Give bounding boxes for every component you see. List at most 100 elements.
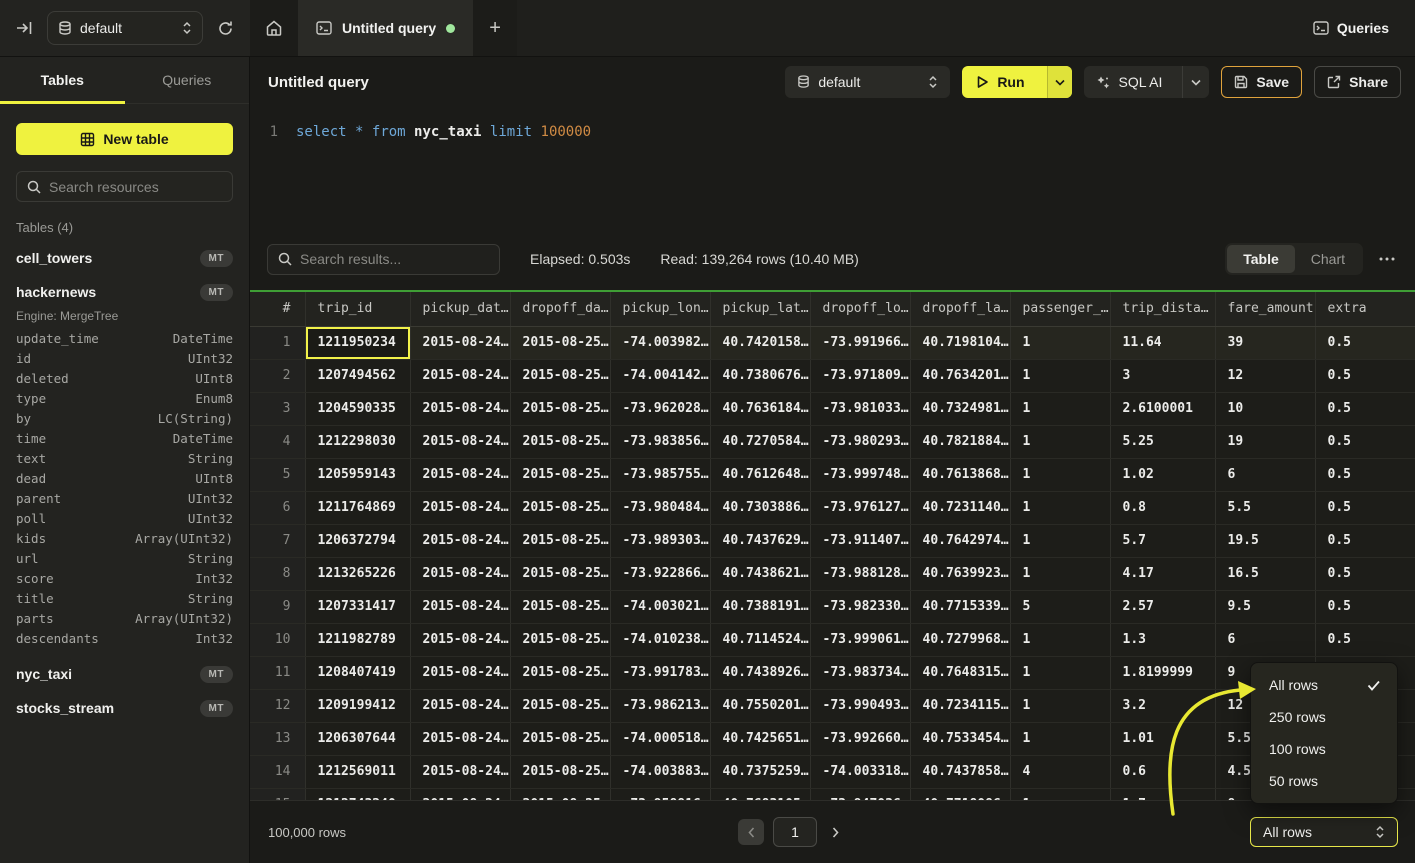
- column-header[interactable]: pickup_lat…: [710, 292, 810, 326]
- cell[interactable]: 2015-08-25…: [510, 491, 610, 524]
- cell[interactable]: 2015-08-25…: [510, 656, 610, 689]
- cell[interactable]: 40.7425651…: [710, 722, 810, 755]
- column-header[interactable]: #: [250, 292, 305, 326]
- cell[interactable]: -73.981033…: [810, 392, 910, 425]
- cell[interactable]: 5.25: [1110, 425, 1215, 458]
- row-number[interactable]: 3: [250, 392, 305, 425]
- column-header[interactable]: trip_dista…: [1110, 292, 1215, 326]
- new-tab-button[interactable]: +: [473, 0, 517, 56]
- row-number[interactable]: 5: [250, 458, 305, 491]
- cell[interactable]: 5: [1010, 590, 1110, 623]
- sidebar-table-cell-towers[interactable]: cell_towers MT: [16, 241, 233, 275]
- cell[interactable]: 1: [1010, 359, 1110, 392]
- cell[interactable]: -74.003883…: [610, 755, 710, 788]
- cell[interactable]: -73.990493…: [810, 689, 910, 722]
- cell[interactable]: 2015-08-24…: [410, 689, 510, 722]
- cell[interactable]: -73.985755…: [610, 458, 710, 491]
- cell[interactable]: -74.003318…: [810, 755, 910, 788]
- cell[interactable]: 2015-08-25…: [510, 755, 610, 788]
- results-search-input[interactable]: [300, 251, 489, 267]
- row-number[interactable]: 1: [250, 326, 305, 359]
- cell[interactable]: 1: [1010, 326, 1110, 359]
- cell[interactable]: 1209199412: [305, 689, 410, 722]
- cell[interactable]: 2015-08-25…: [510, 359, 610, 392]
- cell[interactable]: 2015-08-25…: [510, 458, 610, 491]
- cell[interactable]: 6: [1215, 623, 1315, 656]
- cell[interactable]: 0.5: [1315, 524, 1415, 557]
- cell[interactable]: 2015-08-25…: [510, 326, 610, 359]
- cell[interactable]: 40.7612648…: [710, 458, 810, 491]
- cell[interactable]: 40.7324981…: [910, 392, 1010, 425]
- cell[interactable]: 0.5: [1315, 326, 1415, 359]
- cell[interactable]: 1206307644: [305, 722, 410, 755]
- cell[interactable]: 9.5: [1215, 590, 1315, 623]
- cell[interactable]: 1206372794: [305, 524, 410, 557]
- cell[interactable]: 40.7420158…: [710, 326, 810, 359]
- page-size-menu-item[interactable]: 250 rows: [1251, 701, 1397, 733]
- cell[interactable]: -73.980293…: [810, 425, 910, 458]
- page-size-menu-item[interactable]: 50 rows: [1251, 765, 1397, 797]
- collapse-sidebar-icon[interactable]: [16, 20, 33, 36]
- cell[interactable]: 39: [1215, 326, 1315, 359]
- next-page-button[interactable]: [826, 827, 845, 838]
- cell[interactable]: -73.982330…: [810, 590, 910, 623]
- run-options-button[interactable]: [1047, 66, 1072, 98]
- cell[interactable]: 2015-08-24…: [410, 623, 510, 656]
- cell[interactable]: 1207331417: [305, 590, 410, 623]
- cell[interactable]: 1: [1010, 524, 1110, 557]
- cell[interactable]: 40.7715339…: [910, 590, 1010, 623]
- row-number[interactable]: 13: [250, 722, 305, 755]
- cell[interactable]: 2015-08-24…: [410, 458, 510, 491]
- cell[interactable]: 40.7375259…: [710, 755, 810, 788]
- cell[interactable]: 11.64: [1110, 326, 1215, 359]
- cell[interactable]: 2015-08-25…: [510, 392, 610, 425]
- cell[interactable]: 2015-08-25…: [510, 722, 610, 755]
- cell[interactable]: 3: [1110, 359, 1215, 392]
- sidebar-table-hackernews[interactable]: hackernews MT: [16, 275, 233, 309]
- cell[interactable]: 2015-08-25…: [510, 425, 610, 458]
- cell[interactable]: 40.7639923…: [910, 557, 1010, 590]
- column-header[interactable]: extra: [1315, 292, 1415, 326]
- share-button[interactable]: Share: [1314, 66, 1401, 98]
- cell[interactable]: 1.8199999: [1110, 656, 1215, 689]
- cell[interactable]: 1: [1010, 491, 1110, 524]
- cell[interactable]: -74.000518…: [610, 722, 710, 755]
- cell[interactable]: 2015-08-24…: [410, 557, 510, 590]
- cell[interactable]: 40.7613868…: [910, 458, 1010, 491]
- run-button[interactable]: Run: [962, 66, 1038, 98]
- cell[interactable]: 0.5: [1315, 359, 1415, 392]
- cell[interactable]: 4: [1010, 755, 1110, 788]
- sidebar-tab-queries[interactable]: Queries: [125, 57, 250, 103]
- cell[interactable]: -73.992660…: [810, 722, 910, 755]
- cell[interactable]: 2015-08-25…: [510, 623, 610, 656]
- cell[interactable]: 1: [1010, 425, 1110, 458]
- column-header[interactable]: passenger_…: [1010, 292, 1110, 326]
- cell[interactable]: 2015-08-24…: [410, 392, 510, 425]
- cell[interactable]: -73.911407…: [810, 524, 910, 557]
- cell[interactable]: 2015-08-24…: [410, 359, 510, 392]
- column-header[interactable]: dropoff_la…: [910, 292, 1010, 326]
- cell[interactable]: 40.7533454…: [910, 722, 1010, 755]
- cell[interactable]: -73.980484…: [610, 491, 710, 524]
- cell[interactable]: 2015-08-25…: [510, 689, 610, 722]
- cell[interactable]: 0.8: [1110, 491, 1215, 524]
- cell[interactable]: 40.7270584…: [710, 425, 810, 458]
- column-header[interactable]: trip_id: [305, 292, 410, 326]
- cell[interactable]: 16.5: [1215, 557, 1315, 590]
- cell[interactable]: 1.3: [1110, 623, 1215, 656]
- cell[interactable]: -73.971809…: [810, 359, 910, 392]
- sql-editor[interactable]: 1 select * from nyc_taxi limit 100000: [250, 107, 1415, 228]
- prev-page-button[interactable]: [738, 819, 764, 845]
- sidebar-table-stocks-stream[interactable]: stocks_stream MT: [16, 691, 233, 725]
- cell[interactable]: 40.7198104…: [910, 326, 1010, 359]
- cell[interactable]: 2015-08-24…: [410, 722, 510, 755]
- page-number-button[interactable]: 1: [773, 817, 817, 847]
- cell[interactable]: -74.003021…: [610, 590, 710, 623]
- cell[interactable]: -73.922866…: [610, 557, 710, 590]
- cell[interactable]: -74.003982…: [610, 326, 710, 359]
- cell[interactable]: 1211764869: [305, 491, 410, 524]
- tab-home[interactable]: [250, 0, 298, 56]
- sidebar-tab-tables[interactable]: Tables: [0, 57, 125, 103]
- sql-ai-button[interactable]: SQL AI: [1084, 66, 1175, 98]
- row-number[interactable]: 11: [250, 656, 305, 689]
